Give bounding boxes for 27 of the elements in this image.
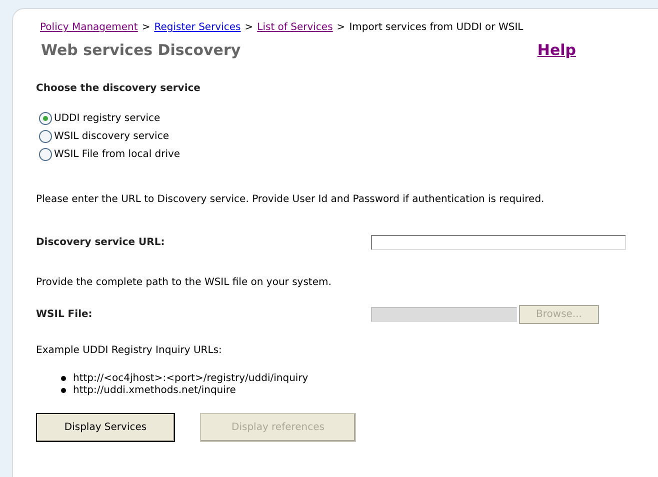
instructions-text: Provide the complete path to the WSIL file on your system. [36, 277, 332, 288]
examples-heading: Example UDDI Registry Inquiry URLs: [36, 345, 223, 356]
radio-button[interactable] [39, 148, 52, 161]
breadcrumb-separator: > [142, 22, 150, 33]
display-services-button[interactable]: Display Services [36, 413, 175, 442]
field-label: WSIL File: [36, 309, 94, 320]
radio-button[interactable] [39, 112, 52, 125]
page-title: Web services Discovery [41, 41, 241, 59]
example-url: http://<oc4jhost>:<port>/registry/uddi/inquiry [73, 373, 308, 384]
breadcrumb-separator: > [336, 22, 346, 33]
help-link[interactable]: Help [537, 41, 576, 59]
url-input-field[interactable] [371, 235, 626, 250]
bullet-icon [61, 376, 66, 381]
radio-label[interactable]: UDDI registry service [54, 113, 160, 124]
radio-label[interactable]: WSIL File from local drive [54, 149, 180, 160]
bullet-icon [61, 388, 66, 393]
breadcrumb-link[interactable]: Policy Management [40, 22, 138, 33]
field-label: Discovery service URL: [36, 237, 166, 248]
example-url: http://uddi.xmethods.net/inquire [73, 385, 236, 396]
radio-label[interactable]: WSIL discovery service [54, 131, 169, 142]
instructions-text: Please enter the URL to Discovery service. Provide User Id and Password if authentication is required. [36, 194, 546, 205]
breadcrumb-link[interactable]: Register Services [154, 22, 241, 33]
current-page-label: Import services from UDDI or WSIL [349, 22, 524, 33]
radio-button[interactable] [39, 130, 52, 143]
breadcrumb-link[interactable]: List of Services [257, 22, 333, 33]
breadcrumb-separator: > [244, 22, 254, 33]
section-heading: Choose the discovery service [36, 83, 202, 94]
